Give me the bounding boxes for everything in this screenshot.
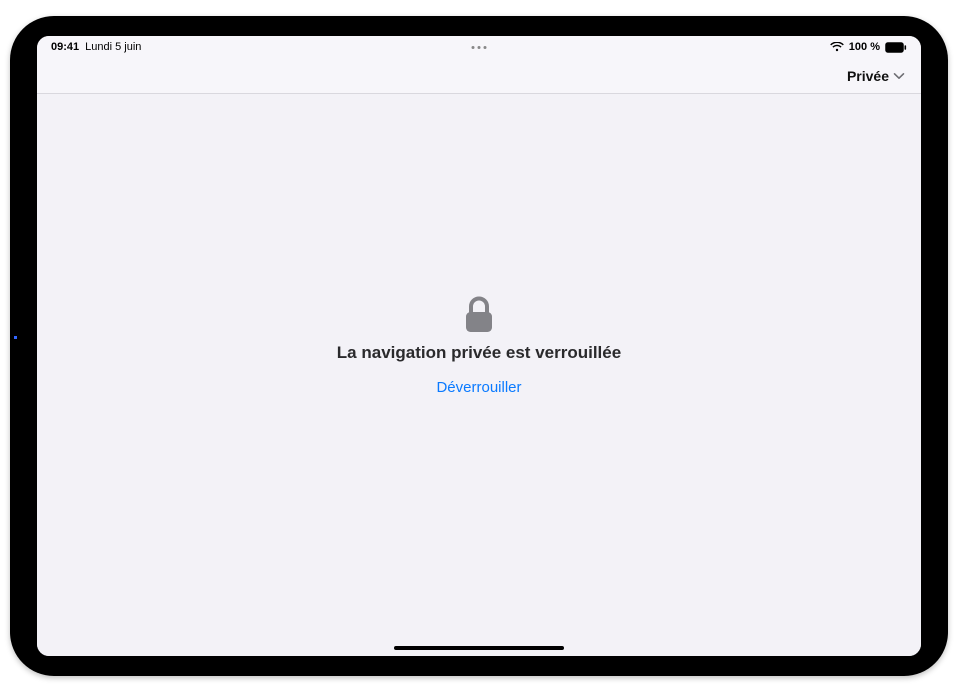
- status-right: 100 %: [830, 41, 907, 53]
- unlock-button[interactable]: Déverrouiller: [436, 379, 521, 396]
- side-indicator-dot: [14, 336, 17, 339]
- status-battery-text: 100 %: [849, 41, 880, 53]
- tab-group-selector[interactable]: Privée: [847, 68, 905, 84]
- home-indicator[interactable]: [394, 646, 564, 650]
- lock-icon: [462, 295, 496, 335]
- ipad-device-frame: 09:41 Lundi 5 juin 100 %: [10, 16, 948, 676]
- browser-toolbar: Privée: [37, 58, 921, 94]
- wifi-icon: [830, 42, 844, 52]
- status-date: Lundi 5 juin: [85, 41, 141, 53]
- locked-title: La navigation privée est verrouillée: [337, 343, 621, 363]
- ipad-screen: 09:41 Lundi 5 juin 100 %: [37, 36, 921, 656]
- multitask-dots-icon[interactable]: [472, 46, 487, 49]
- tab-group-label: Privée: [847, 68, 889, 84]
- private-browsing-locked-panel: La navigation privée est verrouillée Dév…: [337, 295, 621, 396]
- status-bar: 09:41 Lundi 5 juin 100 %: [37, 36, 921, 58]
- status-time: 09:41: [51, 41, 79, 53]
- battery-icon: [885, 42, 907, 53]
- chevron-down-icon: [893, 72, 905, 80]
- main-content: La navigation privée est verrouillée Dév…: [37, 94, 921, 656]
- status-left: 09:41 Lundi 5 juin: [51, 41, 141, 53]
